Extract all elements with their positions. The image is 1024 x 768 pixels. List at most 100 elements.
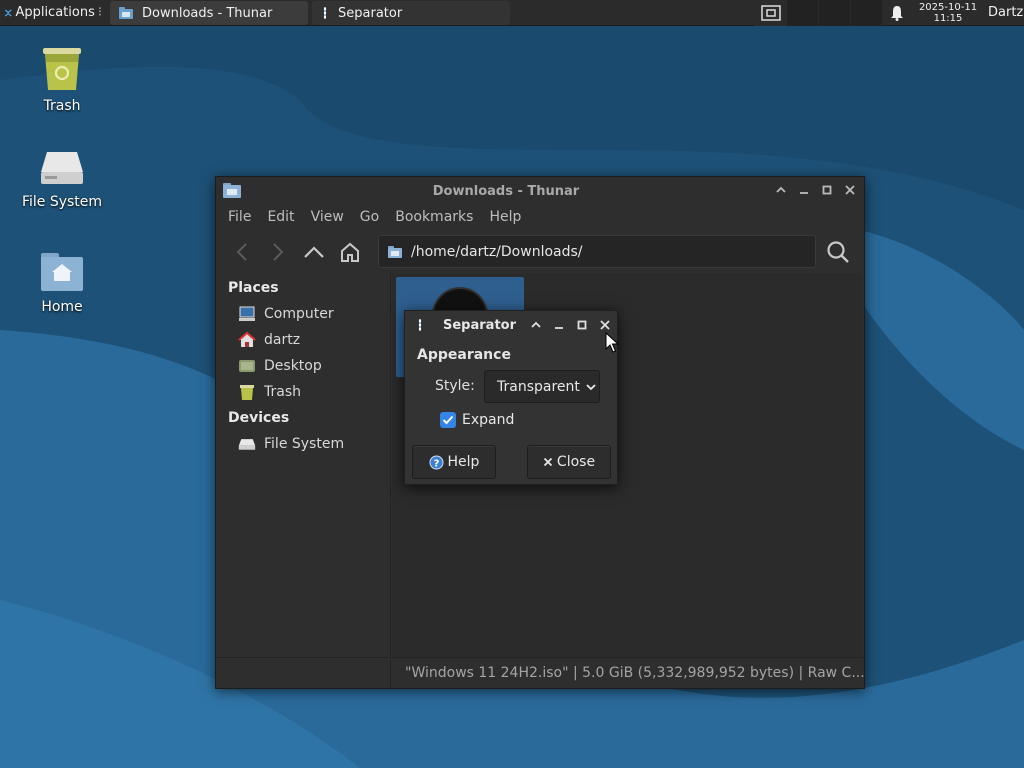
workspace-2[interactable] <box>786 0 818 26</box>
style-dropdown-value: Transparent <box>497 378 580 395</box>
desktop-icon-label: File System <box>21 194 103 210</box>
help-button[interactable]: ? Help <box>412 445 496 479</box>
maximize-icon <box>822 185 832 195</box>
minimize-icon <box>800 192 808 194</box>
sidebar-item-label: Computer <box>264 306 334 322</box>
dialog-titlebar[interactable]: Separator <box>405 311 617 339</box>
applications-label: Applications <box>15 5 95 20</box>
user-name-label: Dartz <box>988 5 1024 20</box>
minimize-button[interactable] <box>796 182 812 198</box>
notification-bell-icon[interactable] <box>882 0 912 26</box>
separator-app-icon <box>415 318 425 336</box>
workspace-switcher <box>754 0 882 26</box>
svg-text:?: ? <box>433 458 439 469</box>
search-icon <box>827 241 849 263</box>
home-button[interactable] <box>332 236 368 268</box>
location-path: /home/dartz/Downloads/ <box>411 243 583 260</box>
clock[interactable]: 2025-10-11 11:15 <box>912 0 984 26</box>
taskbar-item-label: Downloads - Thunar <box>142 5 273 21</box>
help-icon: ? <box>429 455 444 469</box>
chevron-right-icon <box>273 243 284 261</box>
expand-label: Expand <box>462 412 515 428</box>
separator-dialog: Separator Appearance Style: Transparent … <box>404 310 618 485</box>
chevron-down-icon <box>586 383 596 390</box>
desktop-icon <box>238 357 256 375</box>
workspace-4[interactable] <box>850 0 882 26</box>
mouse-cursor-icon <box>605 332 619 353</box>
clock-date: 2025-10-11 <box>918 1 978 13</box>
toolbar: /home/dartz/Downloads/ <box>216 233 864 271</box>
separator-app-icon <box>323 7 327 19</box>
dialog-title: Separator <box>443 318 516 333</box>
menu-help[interactable]: Help <box>481 209 529 225</box>
shade-button[interactable] <box>773 182 789 198</box>
chevron-up-icon <box>776 186 786 193</box>
forward-button[interactable] <box>260 236 296 268</box>
drive-icon <box>41 152 83 184</box>
style-label: Style: <box>435 378 475 394</box>
applications-menu-button[interactable]: Applications ⁝ <box>0 0 108 26</box>
taskbar-item-thunar[interactable]: Downloads - Thunar <box>110 1 308 25</box>
home-folder-icon <box>238 331 256 349</box>
sidebar-heading-devices: Devices <box>228 410 290 426</box>
statusbar: "Windows 11 24H2.iso" | 5.0 GiB (5,332,9… <box>392 657 864 688</box>
desktop-icon-home[interactable]: Home <box>7 251 117 315</box>
back-button[interactable] <box>224 236 260 268</box>
parent-folder-button[interactable] <box>296 236 332 268</box>
sidebar-item-file-system[interactable]: File System <box>216 431 390 457</box>
sidebar-item-dartz[interactable]: dartz <box>216 327 390 353</box>
menu-file[interactable]: File <box>220 209 259 225</box>
maximize-icon <box>577 320 587 330</box>
close-icon <box>543 457 553 467</box>
menu-bookmarks[interactable]: Bookmarks <box>387 209 481 225</box>
menu-edit[interactable]: Edit <box>259 209 302 225</box>
sidebar-item-label: dartz <box>264 332 301 348</box>
close-button-label: Close <box>556 454 596 470</box>
close-button[interactable] <box>597 317 613 333</box>
sidebar-heading-places: Places <box>228 280 279 296</box>
menu-go[interactable]: Go <box>352 209 387 225</box>
sidebar-item-label: Trash <box>264 384 301 400</box>
user-menu[interactable]: Dartz <box>984 0 1024 26</box>
minimize-button[interactable] <box>551 317 567 333</box>
drive-icon <box>238 435 256 453</box>
location-bar[interactable]: /home/dartz/Downloads/ <box>378 235 816 268</box>
close-dialog-button[interactable]: Close <box>527 445 611 479</box>
sidebar-item-computer[interactable]: Computer <box>216 301 390 327</box>
maximize-button[interactable] <box>819 182 835 198</box>
workspace-3[interactable] <box>818 0 850 26</box>
trash-icon <box>238 383 256 401</box>
trash-icon <box>43 48 81 90</box>
clock-time: 11:15 <box>933 12 963 24</box>
sidebar-item-desktop[interactable]: Desktop <box>216 353 390 379</box>
menu-view[interactable]: View <box>303 209 352 225</box>
window-title: Downloads - Thunar <box>432 184 580 199</box>
folder-icon <box>388 245 402 258</box>
thunar-titlebar[interactable]: Downloads - Thunar <box>216 177 864 205</box>
taskbar-item-label: Separator <box>338 5 403 21</box>
chevron-up-icon <box>304 246 324 258</box>
sidebar-item-label: File System <box>264 436 345 452</box>
computer-icon <box>238 305 256 323</box>
close-button[interactable] <box>842 182 858 198</box>
minimize-icon <box>555 327 563 329</box>
checkbox-checked-icon <box>440 412 456 428</box>
style-dropdown[interactable]: Transparent <box>484 370 600 403</box>
expand-checkbox[interactable]: Expand <box>440 412 514 428</box>
sidebar-item-trash[interactable]: Trash <box>216 379 390 405</box>
workspace-1[interactable] <box>754 0 786 26</box>
home-folder-icon <box>41 253 83 291</box>
desktop-icon-trash[interactable]: Trash <box>7 44 117 114</box>
sidebar: Places Computer dartz Desktop Trash Devi <box>216 273 391 657</box>
sidebar-item-label: Desktop <box>264 358 322 374</box>
menu-separator-icon: ⁝ <box>97 5 102 20</box>
desktop-icon-file-system[interactable]: File System <box>7 150 117 210</box>
taskbar-item-separator[interactable]: Separator <box>312 1 510 25</box>
chevron-left-icon <box>236 243 247 261</box>
menubar: File Edit View Go Bookmarks Help <box>216 205 529 229</box>
shade-button[interactable] <box>528 317 544 333</box>
help-button-label: Help <box>447 454 480 470</box>
search-button[interactable] <box>820 236 856 268</box>
maximize-button[interactable] <box>574 317 590 333</box>
top-panel: Applications ⁝ Downloads - Thunar Separa… <box>0 0 1024 26</box>
